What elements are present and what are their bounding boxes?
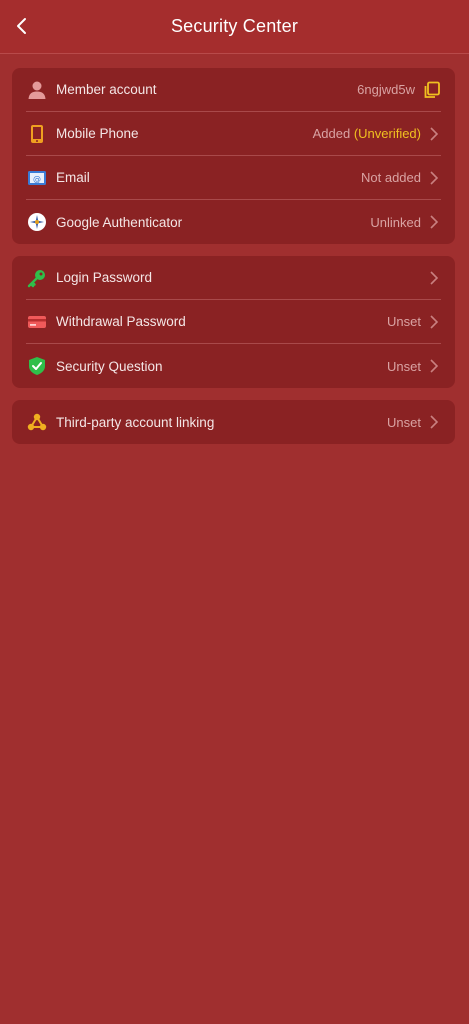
google-authenticator-row[interactable]: Google Authenticator Unlinked	[26, 200, 441, 244]
link-nodes-icon	[26, 411, 48, 433]
chevron-right-icon	[427, 357, 441, 375]
back-button[interactable]	[8, 12, 36, 40]
user-icon	[26, 79, 48, 101]
page-title: Security Center	[170, 16, 299, 36]
google-authenticator-value: Unlinked	[370, 214, 421, 230]
password-group: Login Password Withdrawal Password Unset…	[12, 256, 455, 388]
mobile-phone-row[interactable]: Mobile Phone Added (Unverified)	[26, 112, 441, 156]
email-icon: @	[26, 167, 48, 189]
chevron-right-icon	[427, 169, 441, 187]
mobile-phone-value: Added (Unverified)	[312, 126, 421, 141]
chevron-right-icon	[427, 125, 441, 143]
withdrawal-password-value: Unset	[387, 314, 421, 329]
top-bar: Security Center	[0, 0, 469, 54]
mobile-phone-label: Mobile Phone	[56, 126, 139, 141]
member-account-label: Member account	[56, 82, 157, 97]
shield-check-icon	[26, 355, 48, 377]
login-password-label: Login Password	[56, 270, 153, 285]
svg-text:@: @	[33, 174, 41, 183]
unverified-badge: (Unverified)	[353, 126, 421, 141]
third-party-linking-label: Third-party account linking	[56, 414, 215, 430]
chevron-right-icon	[427, 213, 441, 231]
login-password-row[interactable]: Login Password	[26, 256, 441, 300]
email-value: Not added	[361, 170, 421, 185]
third-party-linking-row[interactable]: Third-party account linking Unset	[26, 400, 441, 444]
account-info-group: Member account 6ngjwd5w Mobile Phone Add…	[12, 68, 455, 244]
linking-group: Third-party account linking Unset	[12, 400, 455, 444]
phone-icon	[26, 123, 48, 145]
security-question-value: Unset	[387, 358, 421, 374]
card-icon	[26, 311, 48, 333]
security-question-row[interactable]: Security Question Unset	[26, 344, 441, 388]
copy-icon[interactable]	[423, 81, 441, 99]
key-icon	[26, 267, 48, 289]
security-question-label: Security Question	[56, 358, 163, 374]
chevron-right-icon	[427, 413, 441, 431]
email-row[interactable]: @ Email Not added	[26, 156, 441, 200]
member-account-row: Member account 6ngjwd5w	[26, 68, 441, 112]
withdrawal-password-label: Withdrawal Password	[56, 314, 186, 329]
chevron-right-icon	[427, 313, 441, 331]
chevron-left-icon	[17, 18, 26, 34]
authenticator-icon	[26, 211, 48, 233]
withdrawal-password-row[interactable]: Withdrawal Password Unset	[26, 300, 441, 344]
google-authenticator-label: Google Authenticator	[56, 214, 183, 230]
email-label: Email	[56, 170, 90, 185]
third-party-linking-value: Unset	[387, 414, 421, 430]
chevron-right-icon	[427, 269, 441, 287]
member-account-value: 6ngjwd5w	[357, 82, 415, 97]
